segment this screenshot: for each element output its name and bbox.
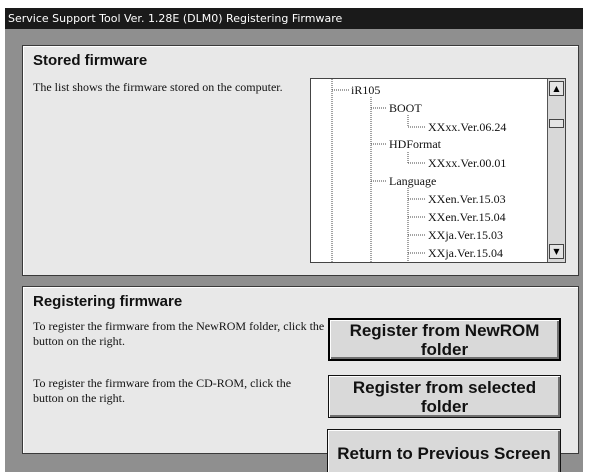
firmware-tree[interactable]: iR105 BOOT XXxx.Ver.06.24 HDFormat XXxx.… bbox=[310, 78, 566, 263]
tree-node-version[interactable]: XXja.Ver.15.03 bbox=[428, 228, 503, 242]
register-from-selected-folder-label: Register from selected folder bbox=[352, 377, 537, 416]
tree-node-folder[interactable]: HDFormat bbox=[389, 137, 441, 151]
register-from-newrom-button[interactable]: Register from NewROM folder bbox=[328, 318, 561, 361]
tree-node-folder[interactable]: Language bbox=[389, 174, 436, 188]
cdrom-instructions: To register the firmware from the CD-ROM… bbox=[33, 376, 292, 405]
tree-node-version[interactable]: XXja.Ver.15.04 bbox=[428, 246, 503, 260]
stored-firmware-description: The list shows the firmware stored on th… bbox=[33, 80, 283, 94]
tree-node-version[interactable]: XXxx.Ver.06.24 bbox=[428, 120, 506, 134]
stored-firmware-heading: Stored firmware bbox=[33, 52, 148, 69]
app-window: Service Support Tool Ver. 1.28E (DLM0) R… bbox=[5, 8, 583, 472]
return-to-previous-screen-label: Return to Previous Screen bbox=[337, 443, 551, 463]
tree-node-folder[interactable]: BOOT bbox=[389, 101, 422, 115]
scroll-up-arrow-icon[interactable]: ▲ bbox=[549, 81, 564, 96]
register-from-selected-folder-button[interactable]: Register from selected folder bbox=[328, 375, 561, 418]
scroll-thumb[interactable] bbox=[549, 119, 564, 128]
tree-node-version[interactable]: XXen.Ver.15.03 bbox=[428, 192, 506, 206]
stored-firmware-panel: Stored firmware The list shows the firmw… bbox=[22, 45, 579, 276]
register-from-newrom-label: Register from NewROM folder bbox=[349, 320, 540, 359]
registering-firmware-heading: Registering firmware bbox=[33, 293, 183, 310]
window-title: Service Support Tool Ver. 1.28E (DLM0) R… bbox=[8, 12, 343, 25]
scroll-down-arrow-icon[interactable]: ▼ bbox=[549, 244, 564, 259]
title-bar: Service Support Tool Ver. 1.28E (DLM0) R… bbox=[5, 8, 583, 29]
tree-scrollbar[interactable]: ▲ ▼ bbox=[547, 79, 565, 262]
tree-node-model[interactable]: iR105 bbox=[351, 83, 380, 97]
newrom-instructions: To register the firmware from the NewROM… bbox=[33, 319, 325, 348]
tree-node-version[interactable]: XXxx.Ver.00.01 bbox=[428, 156, 506, 170]
return-to-previous-screen-button[interactable]: Return to Previous Screen bbox=[327, 429, 561, 472]
tree-node-version[interactable]: XXen.Ver.15.04 bbox=[428, 210, 506, 224]
